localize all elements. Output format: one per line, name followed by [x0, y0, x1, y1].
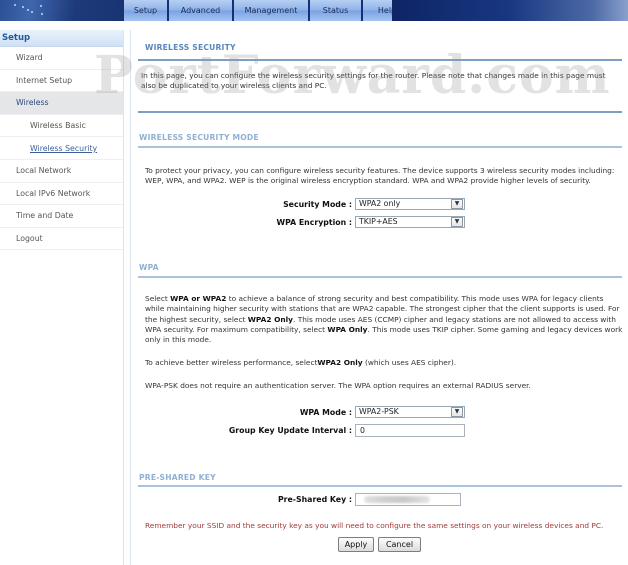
sidebar-item-wireless-basic[interactable]: Wireless Basic — [0, 115, 123, 138]
group-key-row: Group Key Update Interval : 0 — [131, 424, 465, 437]
security-mode-row: Security Mode : WPA2 only ▼ — [131, 198, 465, 210]
psk-value-blurred — [364, 496, 430, 503]
banner-graphic — [392, 0, 628, 21]
sidebar-header: Setup — [0, 30, 123, 47]
group-key-input[interactable]: 0 — [355, 424, 465, 437]
top-banner: Setup Advanced Management Status Help — [0, 0, 628, 21]
sidebar-item-local-network[interactable]: Local Network — [0, 160, 123, 183]
section-title-pre-shared-key: PRE-SHARED KEY — [139, 473, 216, 482]
sidebar-item-wireless-security[interactable]: Wireless Security — [0, 137, 123, 160]
divider — [138, 276, 622, 278]
security-mode-description: To protect your privacy, you can configu… — [145, 166, 615, 186]
sidebar-item-wizard[interactable]: Wizard — [0, 47, 123, 70]
wpa-mode-select[interactable]: WPA2-PSK ▼ — [355, 406, 465, 418]
logo-graphic — [0, 0, 124, 21]
sidebar-item-wireless[interactable]: Wireless — [0, 92, 123, 115]
wpa-encryption-label: WPA Encryption : — [276, 217, 353, 227]
wpa-psk-note: WPA-PSK does not require an authenticati… — [145, 381, 531, 390]
tab-status[interactable]: Status — [310, 0, 363, 21]
divider — [138, 59, 622, 61]
sidebar-item-time-and-date[interactable]: Time and Date — [0, 205, 123, 228]
tab-setup[interactable]: Setup — [124, 0, 169, 21]
cancel-button[interactable]: Cancel — [378, 537, 421, 552]
security-mode-label: Security Mode : — [283, 199, 352, 209]
wpa-mode-row: WPA Mode : WPA2-PSK ▼ — [131, 406, 465, 418]
wpa-encryption-row: WPA Encryption : TKIP+AES ▼ — [131, 216, 465, 228]
section-title-wireless-security: WIRELESS SECURITY — [145, 43, 236, 52]
wpa-mode-label: WPA Mode : — [299, 407, 352, 417]
top-nav: Setup Advanced Management Status Help — [124, 0, 411, 21]
sidebar-item-logout[interactable]: Logout — [0, 228, 123, 251]
apply-button[interactable]: Apply — [338, 537, 374, 552]
sidebar-item-internet-setup[interactable]: Internet Setup — [0, 70, 123, 93]
chevron-down-icon: ▼ — [451, 217, 463, 227]
chevron-down-icon: ▼ — [451, 199, 463, 209]
chevron-down-icon: ▼ — [451, 407, 463, 417]
wpa-encryption-select[interactable]: TKIP+AES ▼ — [355, 216, 465, 228]
section-title-security-mode: WIRELESS SECURITY MODE — [139, 133, 259, 142]
main-content: WIRELESS SECURITY In this page, you can … — [130, 30, 628, 565]
tab-management[interactable]: Management — [234, 0, 310, 21]
wpa-performance-note: To achieve better wireless performance, … — [145, 358, 457, 367]
divider — [138, 485, 622, 487]
security-mode-select[interactable]: WPA2 only ▼ — [355, 198, 465, 210]
group-key-label: Group Key Update Interval : — [228, 426, 352, 435]
divider — [138, 146, 622, 148]
psk-label: Pre-Shared Key : — [277, 495, 352, 504]
reminder-text: Remember your SSID and the security key … — [145, 521, 604, 530]
sidebar: Setup Wizard Internet Setup Wireless Wir… — [0, 30, 124, 565]
section-title-wpa: WPA — [139, 263, 159, 272]
page-description: In this page, you can configure the wire… — [141, 71, 606, 91]
wpa-description: Select WPA or WPA2 to achieve a balance … — [145, 294, 623, 345]
psk-row: Pre-Shared Key : — [131, 493, 461, 506]
psk-input[interactable] — [355, 493, 461, 506]
sidebar-item-local-ipv6-network[interactable]: Local IPv6 Network — [0, 183, 123, 206]
tab-advanced[interactable]: Advanced — [169, 0, 234, 21]
divider — [138, 111, 622, 113]
